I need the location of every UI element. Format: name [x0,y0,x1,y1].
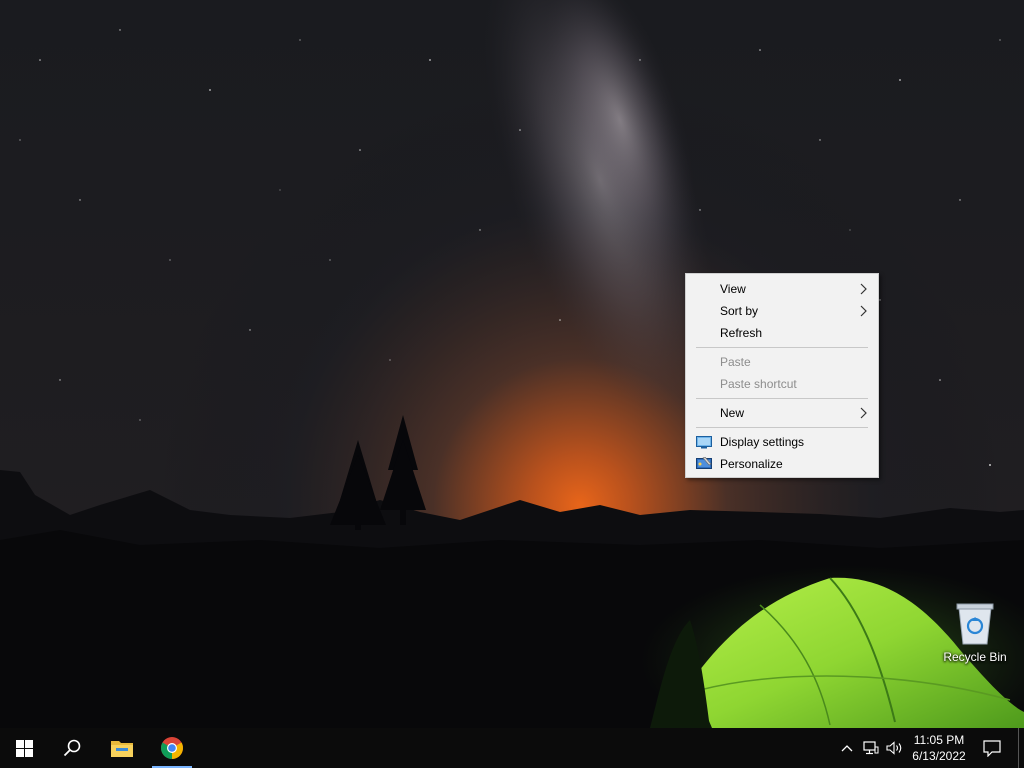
menu-item-new-label: New [720,406,745,420]
clock-time: 11:05 PM [913,733,965,747]
menu-item-paste-shortcut: Paste shortcut [686,373,878,395]
menu-item-personalize[interactable]: Personalize [686,453,878,475]
menu-item-sort-by[interactable]: Sort by [686,300,878,322]
clock-button[interactable]: 11:05 PM 6/13/2022 [908,728,970,768]
clock-date: 6/13/2022 [912,749,966,763]
chevron-right-icon [860,407,867,419]
search-button[interactable] [48,728,96,768]
taskbar: 11:05 PM 6/13/2022 [0,728,1024,768]
folder-icon [111,741,133,757]
search-icon [63,739,81,757]
menu-item-view[interactable]: View [686,278,878,300]
file-explorer-button[interactable] [98,728,146,768]
show-desktop-button[interactable] [1018,728,1024,768]
menu-item-display-settings[interactable]: Display settings [686,431,878,453]
menu-item-refresh[interactable]: Refresh [686,322,878,344]
menu-item-personalize-label: Personalize [720,457,783,471]
chevron-right-icon [860,305,867,317]
chrome-icon [161,737,183,759]
chevron-right-icon [860,283,867,295]
recycle-bin-label: Recycle Bin [943,650,1007,664]
windows-logo-icon [15,739,33,757]
desktop-context-menu: View Sort by Refresh Paste Paste shortcu… [685,273,879,478]
speaker-icon [886,741,902,755]
chrome-button[interactable] [148,728,196,768]
chevron-up-icon [841,745,853,752]
recycle-bin-icon [956,603,994,645]
menu-item-view-label: View [720,282,746,296]
menu-item-display-settings-label: Display settings [720,435,805,449]
menu-item-paste-label: Paste [720,355,751,369]
action-center-button[interactable] [978,728,1006,768]
menu-item-sort-by-label: Sort by [720,304,759,318]
personalize-icon [696,457,712,469]
display-icon [696,436,712,449]
network-button[interactable] [860,728,882,768]
menu-item-refresh-label: Refresh [720,326,763,340]
recycle-bin-icon-shortcut[interactable]: Recycle Bin [938,600,1012,664]
notification-icon [983,739,1001,757]
menu-item-paste-shortcut-label: Paste shortcut [720,377,797,391]
network-icon [863,741,879,755]
show-hidden-icons-button[interactable] [838,728,856,768]
menu-item-new[interactable]: New [686,402,878,424]
menu-separator [696,427,868,428]
volume-button[interactable] [884,728,906,768]
menu-separator [696,398,868,399]
start-button[interactable] [0,728,48,768]
menu-item-paste: Paste [686,351,878,373]
desktop[interactable]: Recycle Bin View Sort by Refresh Paste P… [0,0,1024,728]
menu-separator [696,347,868,348]
